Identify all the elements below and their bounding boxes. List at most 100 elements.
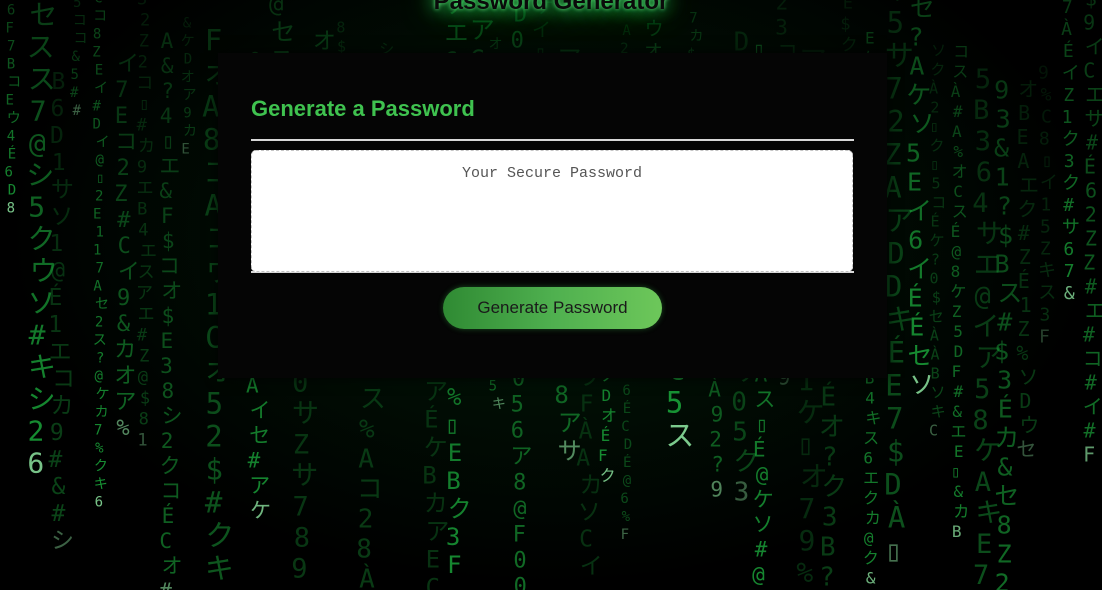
svg-text:イ: イ: [118, 260, 140, 285]
svg-text:6: 6: [95, 495, 103, 511]
svg-text:C: C: [953, 182, 963, 201]
svg-text:#: #: [1063, 195, 1074, 216]
svg-text:5: 5: [975, 64, 991, 95]
generate-password-button[interactable]: Generate Password: [443, 287, 662, 329]
svg-text:É: É: [623, 454, 631, 471]
svg-text:B: B: [994, 250, 1009, 279]
svg-text:D: D: [601, 386, 611, 405]
svg-text:6: 6: [27, 447, 44, 480]
svg-text:ク: ク: [1017, 197, 1037, 221]
svg-text:D: D: [8, 183, 16, 199]
svg-text:ソ: ソ: [931, 41, 946, 59]
svg-text:E: E: [95, 63, 103, 79]
svg-text:#: #: [117, 208, 131, 233]
svg-text:%: %: [1041, 84, 1052, 105]
svg-text:#: #: [953, 382, 963, 401]
svg-text:ス: ス: [27, 31, 55, 64]
svg-text:0: 0: [513, 548, 526, 573]
svg-text:オ: オ: [819, 413, 845, 443]
svg-text:ク: ク: [600, 466, 616, 485]
svg-text:コ: コ: [159, 254, 180, 278]
svg-text:É: É: [1018, 269, 1030, 293]
svg-text:&: &: [952, 402, 962, 421]
svg-text:イ: イ: [1083, 394, 1102, 418]
svg-text:7: 7: [1064, 261, 1075, 282]
svg-text:@: @: [864, 528, 874, 547]
svg-text:B: B: [137, 199, 147, 219]
password-output-field[interactable]: [251, 150, 853, 272]
svg-text:É: É: [601, 426, 611, 445]
svg-text:ス: ス: [360, 384, 386, 414]
svg-text:Z: Z: [1040, 238, 1051, 259]
svg-text:2: 2: [358, 504, 374, 534]
svg-text:3: 3: [997, 366, 1012, 395]
svg-text:?: ?: [819, 563, 835, 590]
svg-text:C: C: [426, 574, 440, 590]
svg-text:@: @: [95, 369, 104, 385]
svg-text:7: 7: [7, 39, 15, 55]
svg-text:ケ: ケ: [930, 231, 945, 249]
svg-text:&: &: [1064, 283, 1075, 304]
svg-text:セ: セ: [994, 482, 1019, 511]
svg-text:2: 2: [138, 52, 148, 72]
svg-text:イ: イ: [532, 19, 551, 41]
svg-text:1: 1: [137, 430, 147, 450]
svg-text:@: @: [952, 242, 962, 261]
svg-text:%: %: [116, 416, 129, 441]
svg-text:9: 9: [183, 106, 191, 122]
svg-text:F: F: [447, 551, 461, 579]
svg-text:6: 6: [511, 418, 524, 443]
svg-text:ウ: ウ: [645, 18, 664, 40]
svg-text:イ: イ: [907, 197, 932, 226]
svg-text:1: 1: [49, 231, 63, 257]
svg-text:▯: ▯: [445, 411, 459, 439]
svg-text:キ: キ: [1038, 260, 1056, 281]
svg-text:エ: エ: [1085, 298, 1102, 322]
svg-text:F: F: [161, 204, 174, 228]
svg-text:#: #: [137, 115, 148, 135]
svg-text:セ: セ: [1016, 437, 1036, 461]
svg-text:E: E: [93, 207, 101, 223]
svg-text:2: 2: [161, 429, 174, 453]
svg-text:ケ: ケ: [96, 387, 110, 403]
svg-text:9: 9: [117, 286, 130, 311]
svg-text:D: D: [885, 270, 902, 304]
svg-text:9: 9: [1038, 62, 1049, 83]
svg-text:サ: サ: [1062, 217, 1080, 238]
svg-text:B: B: [51, 69, 65, 95]
svg-text:B: B: [973, 95, 989, 126]
svg-text:Z: Z: [139, 31, 149, 51]
svg-text:7: 7: [115, 78, 128, 103]
svg-text:6: 6: [620, 491, 628, 507]
svg-text:Z: Z: [114, 182, 127, 207]
svg-text:7: 7: [94, 423, 102, 439]
svg-text:$: $: [887, 435, 904, 469]
svg-text:ア: ア: [136, 283, 153, 303]
svg-text:É: É: [888, 336, 905, 370]
svg-text:コ: コ: [7, 75, 21, 91]
svg-text:▯: ▯: [139, 94, 149, 114]
svg-text:Z: Z: [1018, 317, 1030, 341]
svg-text:C: C: [579, 526, 593, 552]
svg-text:3: 3: [160, 354, 173, 378]
svg-text:À: À: [579, 416, 593, 444]
svg-text:$: $: [162, 304, 175, 328]
svg-text:E: E: [181, 142, 189, 158]
svg-text:ス: ス: [1038, 282, 1056, 303]
svg-text:ソ: ソ: [930, 383, 945, 401]
svg-text:コ: コ: [1083, 346, 1102, 370]
svg-text:A: A: [93, 279, 102, 295]
svg-text:コ: コ: [160, 479, 181, 503]
svg-text:D: D: [624, 437, 632, 453]
svg-text:ク: ク: [863, 488, 879, 507]
svg-text:D: D: [184, 52, 192, 68]
svg-text:9: 9: [994, 76, 1009, 105]
svg-text:5: 5: [906, 139, 921, 168]
svg-text:シ: シ: [51, 528, 74, 554]
svg-text:À: À: [951, 82, 961, 101]
card-footer: Generate Password: [251, 273, 854, 329]
svg-text:ク: ク: [448, 495, 472, 523]
svg-text:#: #: [248, 448, 261, 472]
svg-text:C: C: [1083, 58, 1095, 82]
svg-text:9: 9: [799, 524, 816, 557]
